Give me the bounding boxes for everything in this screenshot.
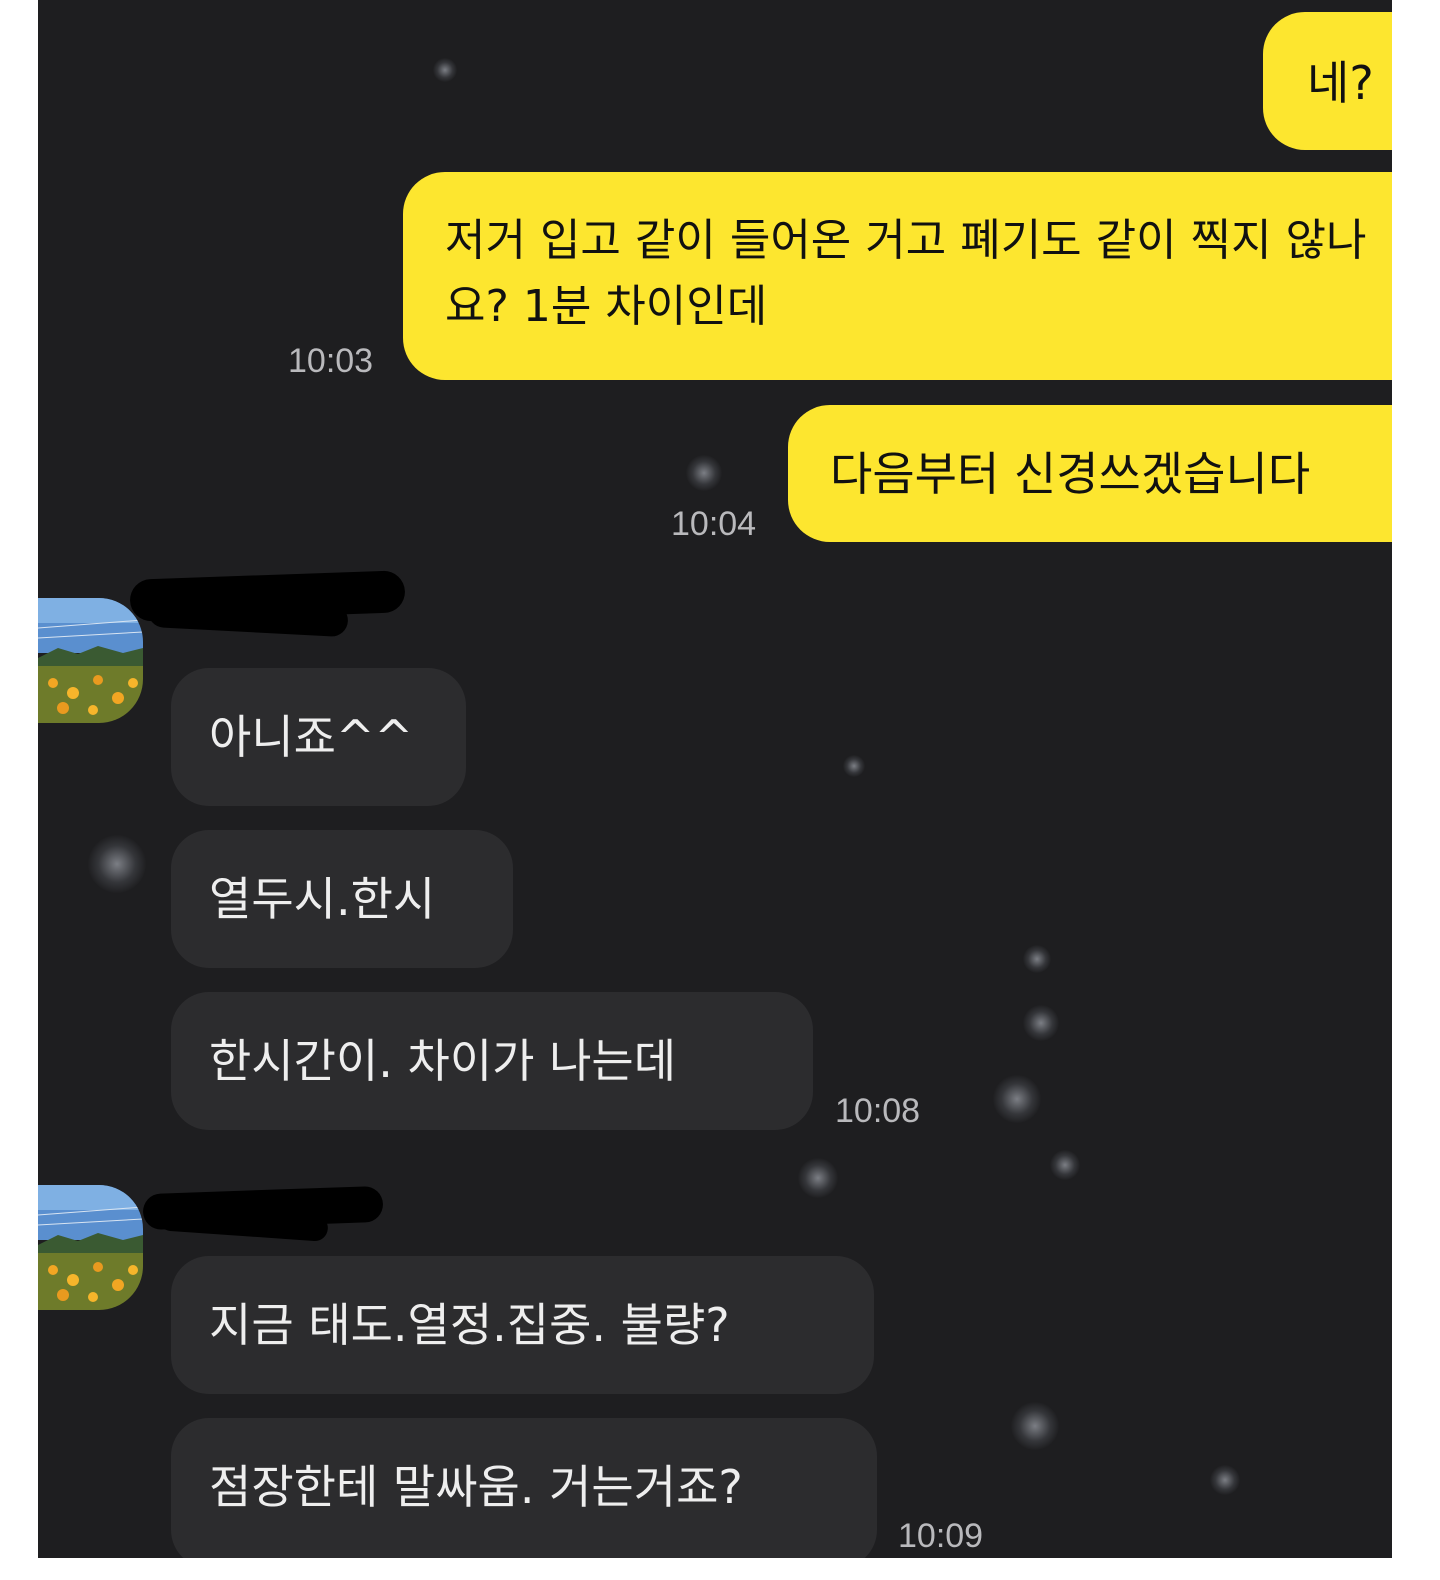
message-text: 아니죠^^ (209, 710, 414, 764)
received-message-bubble[interactable]: 점장한테 말싸움. 거는거죠? (171, 1418, 877, 1558)
message-text: 한시간이. 차이가 나는데 (209, 1034, 677, 1088)
background-bokeh (993, 1075, 1041, 1123)
received-message-bubble[interactable]: 아니죠^^ (171, 668, 466, 806)
avatar[interactable] (38, 598, 143, 723)
sent-message-bubble[interactable]: 네? (1263, 12, 1392, 150)
background-bokeh (1210, 1465, 1240, 1495)
sent-message-bubble[interactable]: 저거 입고 같이 들어온 거고 폐기도 같이 찍지 않나요? 1분 차이인데 (403, 172, 1392, 380)
background-bokeh (1050, 1150, 1080, 1180)
message-timestamp: 10:04 (671, 505, 757, 543)
message-timestamp: 10:09 (898, 1517, 984, 1555)
sent-message-bubble[interactable]: 다음부터 신경쓰겠습니다 (788, 405, 1392, 542)
message-text: 저거 입고 같이 들어온 거고 폐기도 같이 찍지 않나요? 1분 차이인데 (445, 215, 1367, 332)
received-message-bubble[interactable]: 지금 태도.열정.집중. 불량? (171, 1256, 874, 1394)
message-timestamp: 10:03 (288, 342, 374, 380)
background-bokeh (686, 455, 722, 491)
avatar-landscape-image (38, 598, 143, 723)
background-bokeh (1023, 1005, 1059, 1041)
avatar[interactable] (38, 1185, 143, 1310)
message-text: 네? (1307, 56, 1374, 110)
background-bokeh (1023, 945, 1051, 973)
background-bokeh (1011, 1402, 1059, 1450)
background-bokeh (88, 835, 146, 893)
message-text: 다음부터 신경쓰겠습니다 (830, 447, 1311, 501)
message-text: 열두시.한시 (209, 872, 436, 926)
message-timestamp: 10:08 (835, 1092, 921, 1130)
background-bokeh (843, 755, 865, 777)
received-message-bubble[interactable]: 열두시.한시 (171, 830, 513, 968)
chat-screen: 네? 저거 입고 같이 들어온 거고 폐기도 같이 찍지 않나요? 1분 차이인… (38, 0, 1392, 1558)
avatar-landscape-image (38, 1185, 143, 1310)
background-bokeh (433, 58, 457, 82)
background-bokeh (798, 1158, 838, 1198)
message-text: 점장한테 말싸움. 거는거죠? (209, 1460, 743, 1514)
message-text: 지금 태도.열정.집중. 불량? (209, 1298, 730, 1352)
received-message-bubble[interactable]: 한시간이. 차이가 나는데 (171, 992, 813, 1130)
